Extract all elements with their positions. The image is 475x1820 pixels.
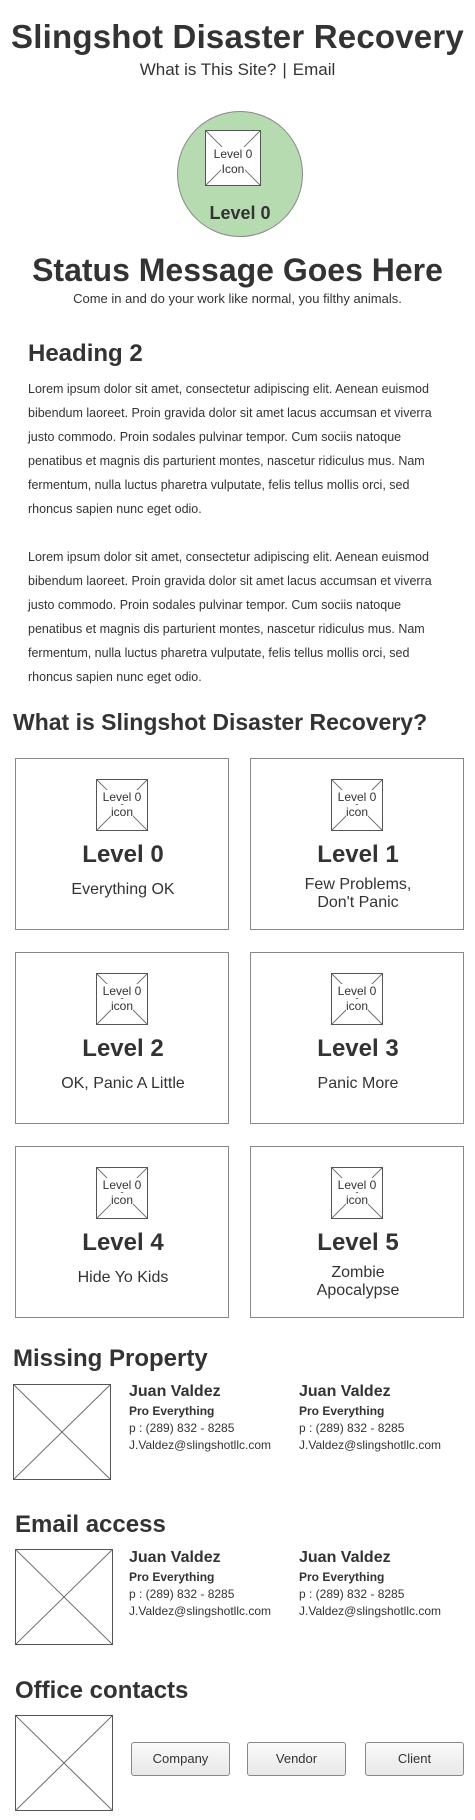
level-card-description-line1: Few Problems, xyxy=(304,876,412,893)
level-card-title: Level 3 xyxy=(317,1035,399,1062)
level-card-title: Level 5 xyxy=(317,1229,399,1256)
contact-phone: p : (289) 832 - 8285 xyxy=(299,1421,405,1435)
level-icon-label-line1: Level 0 xyxy=(337,984,377,998)
about-link[interactable]: What is This Site? xyxy=(140,60,277,79)
level-icon-label-line1: Level 0 xyxy=(102,1178,142,1192)
level-icon-label: Level 0 icon xyxy=(96,984,148,1014)
level-icon-label-line2: icon xyxy=(345,805,368,819)
levels-heading: What is Slingshot Disaster Recovery? xyxy=(13,709,428,735)
level-card-description-line1: Zombie xyxy=(331,1264,385,1281)
level-icon-label-line2: icon xyxy=(110,999,133,1013)
contact-role: Pro Everything xyxy=(129,1570,215,1584)
contact-email[interactable]: J.Valdez@slingshotllc.com xyxy=(299,1438,469,1452)
level-card-description: Few Problems, Don't Panic xyxy=(251,876,465,912)
contact-email[interactable]: J.Valdez@slingshotllc.com xyxy=(299,1604,469,1618)
level-card[interactable]: Level 0 icon Level 5 Zombie Apocalypse xyxy=(250,1146,464,1318)
contact-card: Juan Valdez Pro Everything p : (289) 832… xyxy=(129,1383,289,1452)
contact-phone: p : (289) 832 - 8285 xyxy=(129,1587,235,1601)
level-card-description: Panic More xyxy=(251,1075,465,1093)
level-icon-label-line1: Level 0 xyxy=(212,147,254,162)
contact-name: Juan Valdez xyxy=(299,1383,391,1400)
contact-email[interactable]: J.Valdez@slingshotllc.com xyxy=(129,1604,289,1618)
status-level-label: Level 0 xyxy=(209,203,271,223)
contact-phone: p : (289) 832 - 8285 xyxy=(299,1587,405,1601)
missing-property-heading: Missing Property xyxy=(13,1345,208,1372)
missing-property-image xyxy=(13,1384,111,1480)
level-icon-label-line1: Level 0 xyxy=(337,1178,377,1192)
level-card[interactable]: Level 0 icon Level 3 Panic More xyxy=(250,952,464,1124)
level-card[interactable]: Level 0 icon Level 2 OK, Panic A Little xyxy=(15,952,229,1124)
office-contacts-heading: Office contacts xyxy=(15,1677,189,1704)
level-card[interactable]: Level 0 icon Level 4 Hide Yo Kids xyxy=(15,1146,229,1318)
level-icon-label: Level 0 icon xyxy=(96,1178,148,1208)
level-card-description: Zombie Apocalypse xyxy=(251,1264,465,1300)
site-title: Slingshot Disaster Recovery xyxy=(11,18,464,55)
level-card[interactable]: Level 0 icon Level 1 Few Problems, Don't Pan… xyxy=(250,758,464,930)
level-icon-label-line1: Level 0 xyxy=(102,790,142,804)
contact-role: Pro Everything xyxy=(299,1404,385,1418)
content-heading: Heading 2 xyxy=(28,340,143,367)
contact-card: Juan Valdez Pro Everything p : (289) 832… xyxy=(299,1383,469,1452)
level-icon-label-line1: Level 0 xyxy=(102,984,142,998)
level-card-description-line2: Don't Panic xyxy=(317,894,399,911)
nav-separator: | xyxy=(282,60,287,79)
content-paragraph: Lorem ipsum dolor sit amet, consectetur … xyxy=(28,550,432,684)
status-submessage: Come in and do your work like normal, yo… xyxy=(73,291,402,306)
level-icon-label-line2: icon xyxy=(110,805,133,819)
level-icon-label-line2: Icon xyxy=(220,162,246,177)
level-card-description-line1: Hide Yo Kids xyxy=(77,1269,169,1286)
level-card-title: Level 2 xyxy=(82,1035,164,1062)
status-message: Status Message Goes Here xyxy=(32,252,443,288)
level-card-title: Level 1 xyxy=(317,841,399,868)
level-card[interactable]: Level 0 icon Level 0 Everything OK xyxy=(15,758,229,930)
level-card-description-line1: Panic More xyxy=(317,1075,399,1092)
client-button[interactable]: Client xyxy=(365,1742,464,1776)
level-card-description: Everything OK xyxy=(16,881,230,899)
level-icon-label-line1: Level 0 xyxy=(337,790,377,804)
level-card-description-line1: Everything OK xyxy=(71,881,175,898)
level-icon-label-line2: icon xyxy=(345,1193,368,1207)
level-card-description: OK, Panic A Little xyxy=(16,1075,230,1093)
contact-name: Juan Valdez xyxy=(129,1383,221,1400)
contact-name: Juan Valdez xyxy=(299,1549,391,1566)
level-card-description-line1: OK, Panic A Little xyxy=(61,1075,185,1092)
contact-role: Pro Everything xyxy=(299,1570,385,1584)
top-nav: What is This Site? | Email xyxy=(0,60,475,80)
contact-card: Juan Valdez Pro Everything p : (289) 832… xyxy=(129,1549,289,1618)
level-card-description-line2: Apocalypse xyxy=(316,1282,400,1299)
content-paragraph: Lorem ipsum dolor sit amet, consectetur … xyxy=(28,382,432,516)
email-link[interactable]: Email xyxy=(293,60,336,79)
level-icon-label-line2: icon xyxy=(345,999,368,1013)
company-button[interactable]: Company xyxy=(131,1742,230,1776)
level-card-title: Level 4 xyxy=(82,1229,164,1256)
level-icon-label: Level 0 icon xyxy=(331,984,383,1014)
contact-card: Juan Valdez Pro Everything p : (289) 832… xyxy=(299,1549,469,1618)
email-access-heading: Email access xyxy=(15,1511,166,1538)
vendor-button[interactable]: Vendor xyxy=(247,1742,346,1776)
level-icon-label: Level 0 icon xyxy=(331,790,383,820)
email-access-image xyxy=(15,1549,113,1645)
contact-role: Pro Everything xyxy=(129,1404,215,1418)
level-card-description: Hide Yo Kids xyxy=(16,1269,230,1287)
office-contacts-image xyxy=(15,1715,113,1811)
contact-phone: p : (289) 832 - 8285 xyxy=(129,1421,235,1435)
level-icon-label: Level 0 Icon xyxy=(205,147,261,177)
level-icon-label: Level 0 icon xyxy=(96,790,148,820)
level-icon-label-line2: icon xyxy=(110,1193,133,1207)
contact-name: Juan Valdez xyxy=(129,1549,221,1566)
level-icon-label: Level 0 icon xyxy=(331,1178,383,1208)
contact-email[interactable]: J.Valdez@slingshotllc.com xyxy=(129,1438,289,1452)
level-card-title: Level 0 xyxy=(82,841,164,868)
